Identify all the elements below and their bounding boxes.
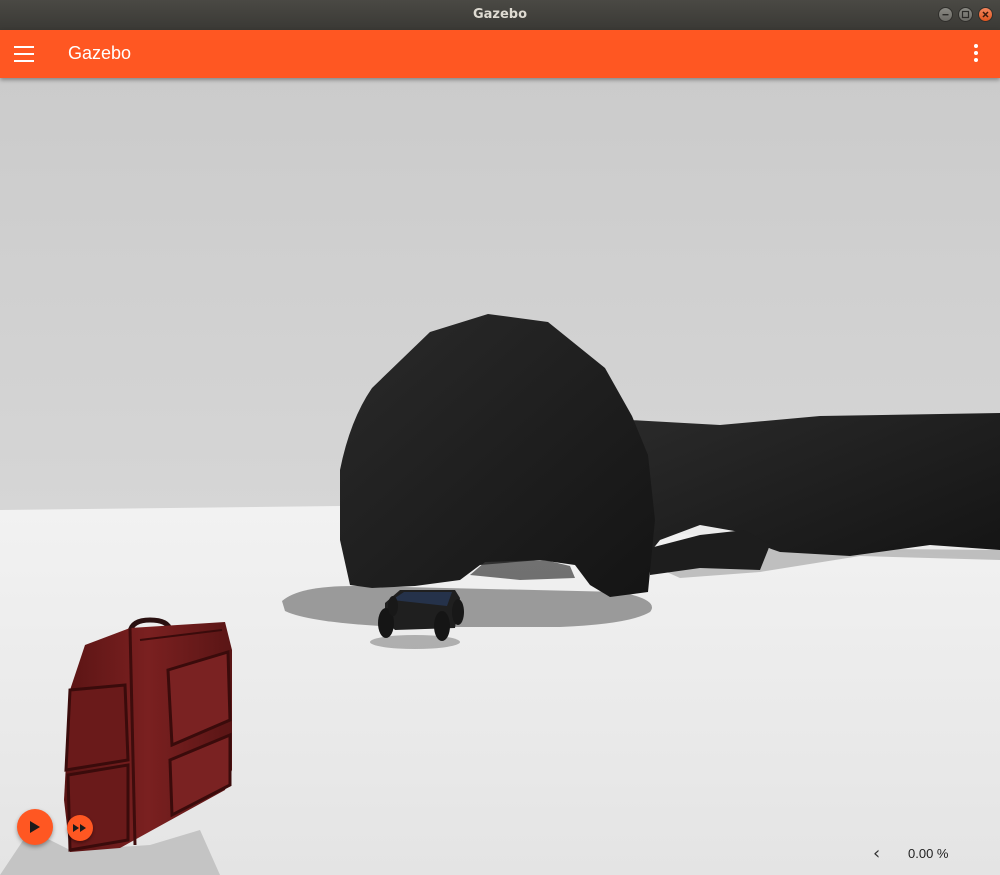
- minimize-icon: [942, 14, 949, 16]
- play-button[interactable]: [17, 809, 53, 845]
- maximize-window-button[interactable]: [958, 7, 973, 22]
- play-icon: [30, 821, 40, 833]
- more-options-icon[interactable]: [966, 44, 986, 64]
- window-title: Gazebo: [472, 7, 528, 22]
- hamburger-menu-icon[interactable]: [14, 46, 34, 62]
- window-titlebar: Gazebo: [0, 0, 1000, 30]
- maximize-icon: [961, 10, 970, 19]
- 3d-scene-viewport[interactable]: [0, 78, 1000, 875]
- real-time-factor: 0.00 %: [908, 846, 949, 861]
- stats-expand-chevron-icon[interactable]: ‹: [873, 843, 880, 864]
- step-forward-button[interactable]: [67, 815, 93, 841]
- cave-shadow: [282, 585, 652, 627]
- minimize-window-button[interactable]: [938, 7, 953, 22]
- fast-forward-icon: [73, 824, 86, 832]
- app-title: Gazebo: [68, 43, 132, 63]
- app-toolbar: Gazebo: [0, 30, 1000, 78]
- close-window-button[interactable]: [978, 7, 993, 22]
- close-icon: [982, 11, 989, 18]
